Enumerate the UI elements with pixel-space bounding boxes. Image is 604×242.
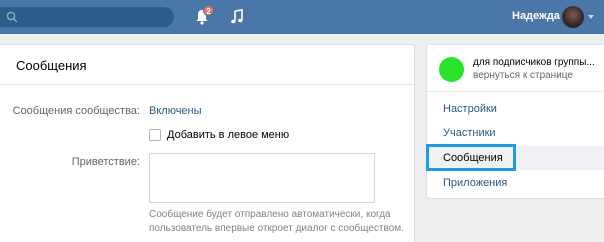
notification-badge: 2 <box>203 5 214 16</box>
sidebar-item-settings[interactable]: Настройки <box>427 97 604 121</box>
greeting-hint-line1: Сообщение будет отправлено автоматически… <box>149 209 391 220</box>
community-messages-status[interactable]: Включены <box>149 105 202 117</box>
messages-highlight-frame <box>426 144 516 171</box>
chevron-down-icon[interactable] <box>588 15 594 19</box>
sidebar-divider <box>427 91 604 92</box>
sidebar-item-members[interactable]: Участники <box>427 121 604 145</box>
music-icon[interactable] <box>230 9 244 25</box>
search-icon <box>6 11 18 23</box>
page-title: Сообщения <box>0 45 414 85</box>
back-to-page-link[interactable]: вернуться к странице <box>473 70 573 81</box>
sidebar-item-apps[interactable]: Приложения <box>427 171 604 195</box>
add-to-menu-checkbox[interactable] <box>149 129 161 141</box>
avatar[interactable] <box>562 6 584 28</box>
search-input[interactable] <box>0 7 174 27</box>
messages-settings-panel: Сообщения Сообщения сообщества: Включены… <box>0 44 415 242</box>
community-messages-label: Сообщения сообщества: <box>12 105 140 117</box>
add-to-menu-label[interactable]: Добавить в левое меню <box>167 129 289 141</box>
top-navigation-bar: 2 Надежда <box>0 0 604 34</box>
community-sidebar: для подписчиков группы... вернуться к ст… <box>426 44 604 199</box>
profile-username[interactable]: Надежда <box>512 10 560 22</box>
greeting-textarea[interactable] <box>149 153 375 203</box>
greeting-hint-line2: пользователь впервые откроет диалог с со… <box>149 223 404 234</box>
group-name[interactable]: для подписчиков группы... <box>473 57 595 68</box>
group-avatar[interactable] <box>439 57 464 82</box>
greeting-label: Приветствие: <box>71 156 140 168</box>
